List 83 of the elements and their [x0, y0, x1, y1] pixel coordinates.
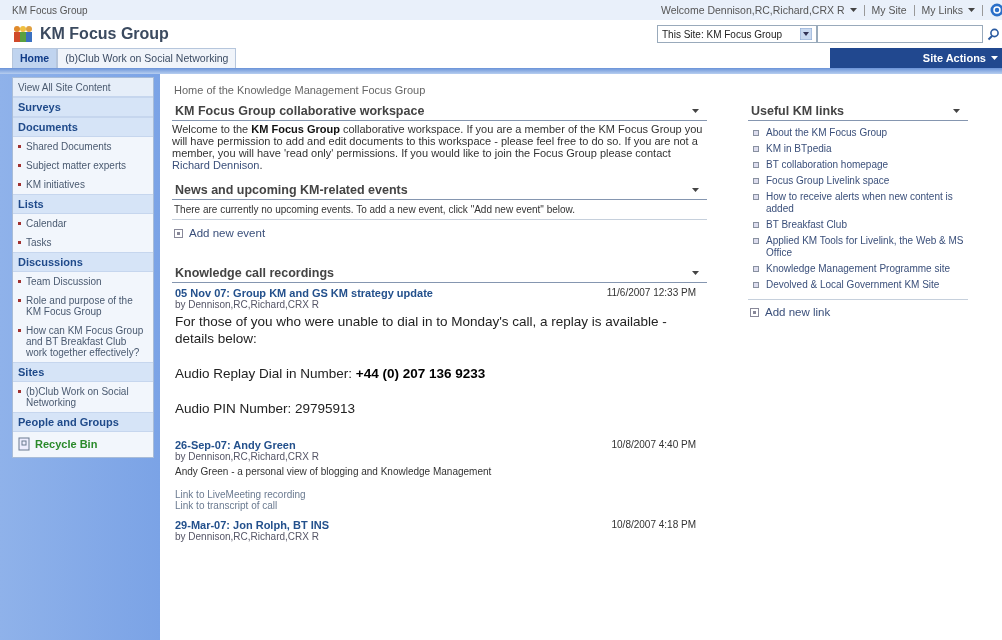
nav-tab[interactable]: Home [12, 48, 58, 68]
nav-heading[interactable]: People and Groups [13, 412, 153, 432]
bullet-icon [753, 146, 759, 152]
add-icon [750, 307, 759, 317]
nav-link[interactable]: Role and purpose of the KM Focus Group [26, 295, 149, 317]
dropdown-arrow-icon [849, 8, 857, 12]
useful-link[interactable]: KM in BTpedia [766, 143, 832, 155]
recording-title-link[interactable]: 29-Mar-07: Jon Rolph, BT INS [175, 519, 330, 531]
dropdown-arrow-icon [692, 109, 699, 113]
nav-link[interactable]: (b)Club Work on Social Networking [26, 386, 149, 408]
web-part-title: Knowledge call recordings [175, 266, 335, 280]
people-group-icon [12, 25, 34, 43]
nav-heading[interactable]: Sites [13, 362, 153, 382]
search-icon [987, 27, 1000, 41]
recording-link[interactable]: Link to transcript of call [175, 500, 278, 511]
web-part-title: News and upcoming KM-related events [175, 183, 408, 197]
useful-link[interactable]: Devolved & Local Government KM Site [766, 279, 940, 291]
my-site-link[interactable]: My Site [871, 4, 907, 16]
web-part-title: KM Focus Group collaborative workspace [175, 104, 425, 118]
recording-text: Audio PIN Number: 29795913 [175, 400, 357, 417]
nav-heading[interactable]: Documents [13, 117, 153, 137]
nav-link[interactable]: Subject matter experts [26, 160, 127, 171]
recording-date: 10/8/2007 4:18 PM [611, 519, 696, 531]
help-icon [990, 3, 1002, 17]
nav-link[interactable]: How can KM Focus Group and BT Breakfast Club work together effectively? [26, 325, 149, 358]
useful-link[interactable]: Focus Group Livelink space [766, 175, 890, 187]
useful-link[interactable]: About the KM Focus Group [766, 127, 888, 139]
add-new-event-link[interactable]: Add new event [189, 227, 266, 239]
dropdown-arrow-icon [692, 188, 699, 192]
recording-title-link[interactable]: 05 Nov 07: Group KM and GS KM strategy update [175, 287, 433, 299]
recording-text: Andy Green - a personal view of blogging and Knowledge Management [175, 466, 493, 477]
search-field[interactable] [817, 25, 983, 43]
recycle-bin-icon [18, 437, 30, 451]
bullet-icon [753, 130, 759, 136]
recording-link[interactable]: Link to LiveMeeting recording [175, 489, 306, 500]
add-icon [174, 228, 183, 238]
no-events-message: There are currently no upcoming events. To add a new event, click "Add new event" below. [172, 200, 707, 220]
view-all-link[interactable]: View All Site Content [13, 78, 153, 97]
recording-text: Audio Replay Dial in Number: +44 (0) 207 136 9233 [175, 365, 487, 382]
nav-heading[interactable]: Discussions [13, 252, 153, 272]
nav-heading[interactable]: Surveys [13, 97, 153, 117]
add-new-link[interactable]: Add new link [765, 306, 831, 318]
page-description: Home of the Knowledge Management Focus Group [173, 84, 427, 96]
welcome-menu[interactable]: Welcome Dennison,RC,Richard,CRX R [660, 4, 845, 16]
bullet-icon [753, 178, 759, 184]
bullet-icon [753, 194, 759, 200]
recording-author: by Dennison,RC,Richard,CRX R [175, 531, 320, 542]
bullet-icon [753, 222, 759, 228]
web-part-title: Useful KM links [751, 104, 845, 118]
useful-link[interactable]: How to receive alerts when new content is added [766, 191, 968, 215]
nav-link[interactable]: Team Discussion [26, 276, 102, 287]
site-actions-menu[interactable]: Site Actions [830, 48, 1002, 68]
useful-link[interactable]: Applied KM Tools for Livelink, the Web & MS Office [766, 235, 968, 259]
search-scope-dropdown[interactable]: This Site: KM Focus Group [657, 25, 817, 43]
nav-link[interactable]: KM initiatives [26, 179, 85, 190]
nav-link[interactable]: Calendar [26, 218, 67, 229]
useful-link[interactable]: Knowledge Management Programme site [766, 263, 950, 275]
recording-date: 10/8/2007 4:40 PM [611, 439, 696, 451]
recording-author: by Dennison,RC,Richard,CRX R [175, 299, 320, 310]
recording-author: by Dennison,RC,Richard,CRX R [175, 451, 320, 462]
dropdown-arrow-icon [800, 28, 812, 40]
dropdown-arrow-icon [991, 56, 998, 60]
dropdown-arrow-icon [968, 8, 975, 12]
recording-date: 11/6/2007 12:33 PM [606, 287, 696, 299]
site-title: KM Focus Group [40, 25, 169, 43]
my-links-menu[interactable]: My Links [921, 4, 963, 16]
recycle-bin-link[interactable]: Recycle Bin [35, 438, 98, 450]
site-name-link[interactable]: KM Focus Group [12, 4, 88, 16]
bullet-icon [753, 238, 759, 244]
nav-heading[interactable]: Lists [13, 194, 153, 214]
nav-tab[interactable]: (b)Club Work on Social Networking [57, 48, 237, 68]
nav-link[interactable]: Tasks [26, 237, 52, 248]
nav-link[interactable]: Shared Documents [26, 141, 112, 152]
useful-link[interactable]: BT Breakfast Club [766, 219, 847, 231]
bullet-icon [753, 162, 759, 168]
dropdown-arrow-icon [953, 109, 960, 113]
recording-text: For those of you who were unable to dial in to Monday's call, a replay is available - details below: [175, 313, 668, 347]
recording-title-link[interactable]: 26-Sep-07: Andy Green [175, 439, 296, 451]
dropdown-arrow-icon [692, 271, 699, 275]
welcome-paragraph: Welcome to the KM Focus Group collaborative workspace. If you are a member of the KM Focus Group you will have permission to add and edit documents to this workspace - please feel free to do so. If you are not a member, you will have 'read only' permissions. If you would like to join the Focus Group please contact Richard Dennison. [172, 122, 704, 173]
bullet-icon [753, 266, 759, 272]
useful-link[interactable]: BT collaboration homepage [766, 159, 889, 171]
bullet-icon [753, 282, 759, 288]
